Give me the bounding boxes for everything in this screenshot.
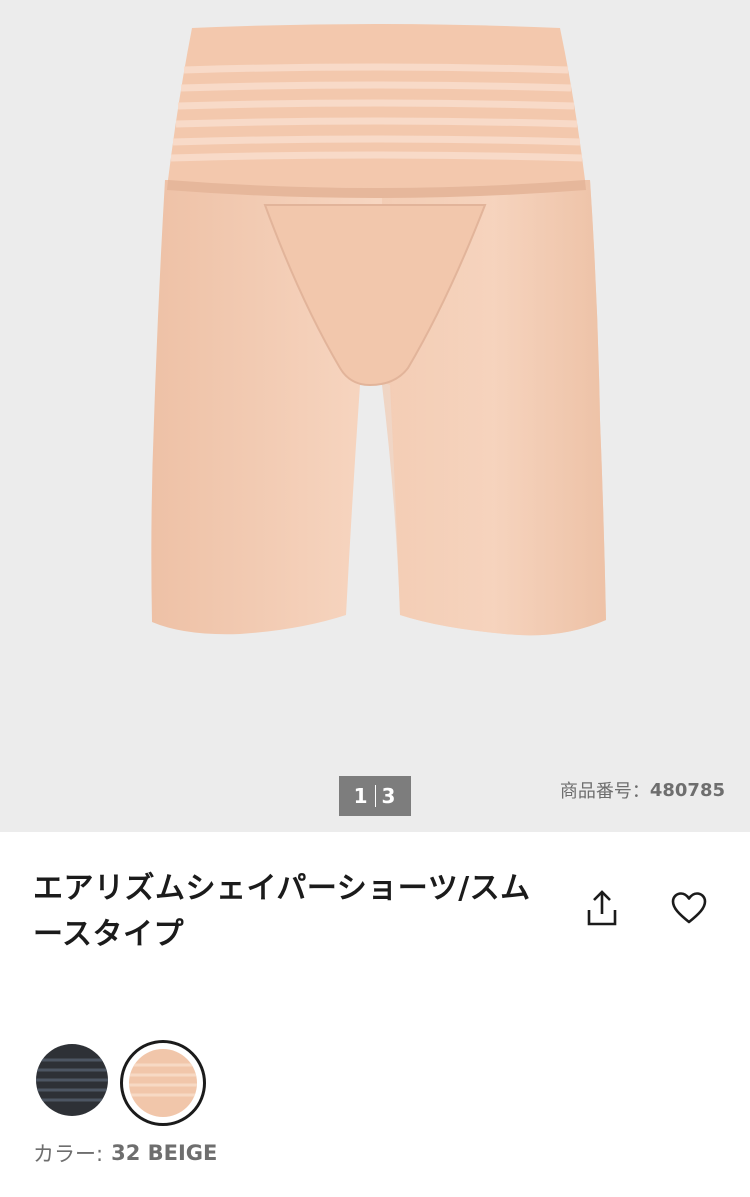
share-button[interactable] (580, 886, 624, 930)
product-image (151, 24, 607, 636)
black-stripe-swatch (36, 1044, 108, 1116)
beige-stripe-swatch (129, 1049, 197, 1117)
color-label: カラー: (33, 1142, 104, 1166)
pager-current: 1 (353, 784, 369, 808)
product-title: エアリズムシェイパーショーツ/スムースタイプ (33, 871, 531, 952)
color-value: 32 BEIGE (111, 1141, 218, 1165)
product-image-gallery[interactable]: 1 3 商品番号： 480785 (0, 0, 750, 832)
color-swatch-beige[interactable] (129, 1049, 197, 1117)
color-swatch-black[interactable] (36, 1044, 108, 1116)
pager-divider (374, 785, 376, 807)
heart-icon (671, 892, 707, 924)
favorite-button[interactable] (667, 886, 711, 930)
pager-total: 3 (381, 784, 397, 808)
product-code-label: 商品番号： (559, 781, 650, 802)
selected-color: カラー: 32 BEIGE (33, 1138, 217, 1168)
product-code-value: 480785 (649, 779, 725, 801)
product-code: 商品番号： 480785 (560, 776, 725, 804)
image-pager: 1 3 (339, 776, 411, 816)
share-icon (587, 890, 617, 926)
